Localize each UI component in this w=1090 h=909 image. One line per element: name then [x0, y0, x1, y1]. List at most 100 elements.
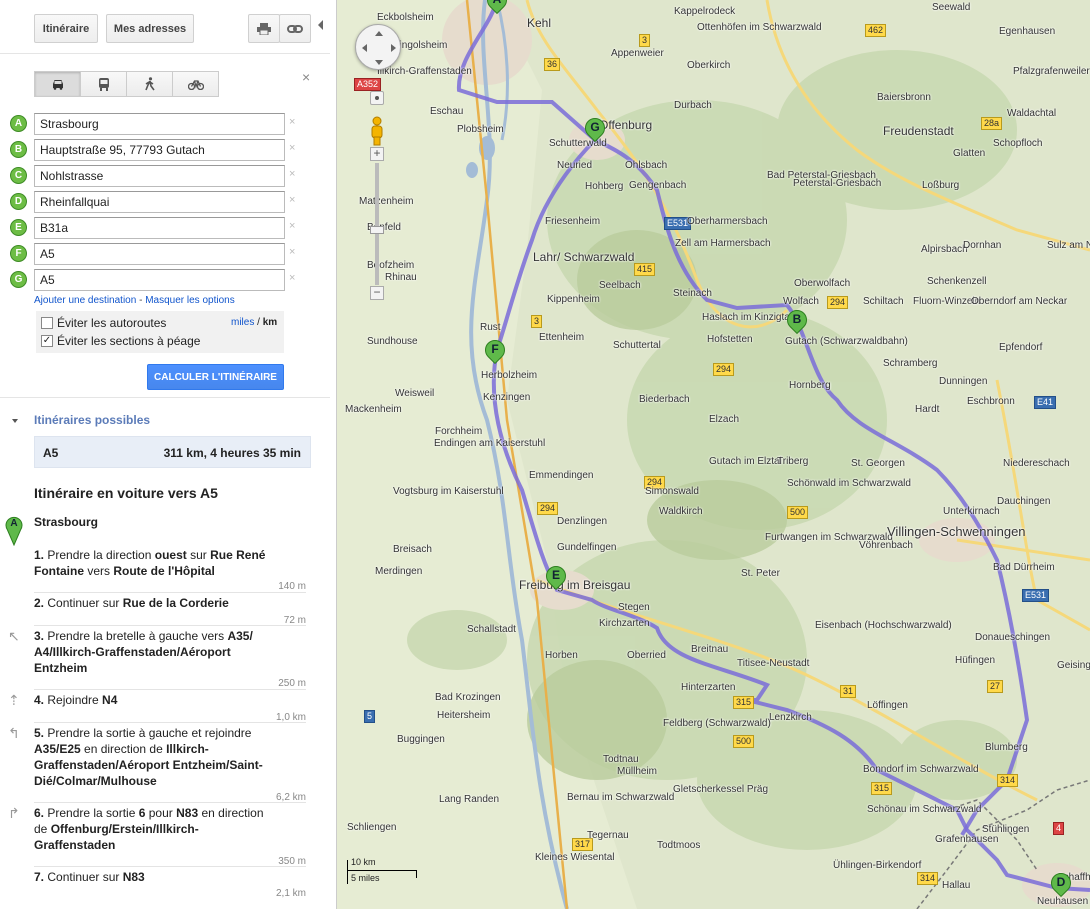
print-button[interactable]	[248, 14, 280, 43]
remove-waypoint-icon[interactable]: ×	[289, 168, 295, 180]
direction-step[interactable]: 6. Prendre la sortie 6 pour N83 en direc…	[34, 805, 274, 853]
remove-waypoint-icon[interactable]: ×	[289, 116, 295, 128]
link-separator: -	[139, 295, 143, 306]
remove-waypoint-icon[interactable]: ×	[289, 142, 295, 154]
road-shield: 28a	[981, 117, 1003, 130]
route-marker-f[interactable]: F	[480, 335, 510, 370]
units-separator: /	[257, 317, 260, 328]
pan-control[interactable]	[355, 24, 401, 70]
mode-walk[interactable]	[126, 71, 173, 97]
link-button[interactable]	[279, 14, 311, 43]
direction-step[interactable]: 2. Continuer sur Rue de la Corderie	[34, 595, 274, 611]
map-scale: 10 km 5 miles	[347, 857, 427, 884]
zoom-slider-track[interactable]	[375, 163, 379, 285]
avoid-tolls-option[interactable]: ✓ Éviter les sections à péage	[41, 332, 286, 350]
collapse-panel-icon[interactable]	[318, 20, 323, 30]
place-label: Schopfloch	[993, 138, 1043, 149]
step-divider	[34, 802, 306, 803]
place-label: Hofstetten	[707, 334, 753, 345]
zoom-in-button[interactable]: +	[370, 147, 384, 161]
exit-left-icon: ↰	[8, 725, 20, 741]
waypoint-input[interactable]	[34, 269, 285, 291]
place-label: St. Peter	[741, 568, 780, 579]
remove-waypoint-icon[interactable]: ×	[289, 220, 295, 232]
pegman-icon[interactable]	[368, 116, 386, 146]
place-label: Villingen-Schwenningen	[887, 524, 1026, 539]
route-marker-b[interactable]: B	[782, 305, 812, 340]
zoom-out-button[interactable]: −	[370, 286, 384, 300]
place-label: Pfalzgrafenweiler	[1013, 66, 1090, 77]
exit-right-icon: ↱	[8, 805, 20, 821]
place-label: Stühlingen	[982, 824, 1030, 835]
place-label: Eisenbach (Hochschwarzwald)	[815, 620, 952, 631]
place-label: Gutach im Elztal	[709, 456, 782, 467]
route-marker-d[interactable]: D	[1046, 868, 1076, 903]
waypoint-row: F×	[8, 243, 303, 265]
route-summary: 311 km, 4 heures 35 min	[163, 446, 301, 460]
mode-transit[interactable]	[80, 71, 127, 97]
place-label: Bonndorf im Schwarzwald	[863, 764, 979, 775]
tab-my-addresses[interactable]: Mes adresses	[106, 14, 194, 43]
hide-options-link[interactable]: Masquer les options	[145, 295, 235, 306]
zoom-slider-handle[interactable]	[370, 226, 384, 234]
place-label: Schönau im Schwarzwald	[867, 804, 982, 815]
place-label: Titisee-Neustadt	[737, 658, 810, 669]
place-label: Freiburg im Breisgau	[519, 578, 631, 592]
travel-mode-bar	[34, 71, 219, 97]
route-marker-g[interactable]: G	[580, 113, 610, 148]
calculate-route-button[interactable]: CALCULER L'ITINÉRAIRE	[147, 364, 284, 390]
waypoint-input[interactable]	[34, 191, 285, 213]
remove-waypoint-icon[interactable]: ×	[289, 272, 295, 284]
remove-waypoint-icon[interactable]: ×	[289, 194, 295, 206]
direction-step[interactable]: 1. Prendre la direction ouest sur Rue Re…	[34, 547, 274, 579]
waypoint-input[interactable]	[34, 113, 285, 135]
avoid-tolls-checkbox[interactable]: ✓	[41, 335, 53, 347]
place-label: Ühlingen-Birkendorf	[833, 860, 922, 871]
road-shield: 314	[997, 774, 1019, 787]
place-label: Merdingen	[375, 566, 423, 577]
place-label: Gengenbach	[629, 180, 687, 191]
map[interactable]: A352 36 3 462 28a 294 415 3 294 294 500 …	[337, 0, 1090, 909]
place-label: Emmendingen	[529, 470, 594, 481]
route-marker-e[interactable]: E	[541, 561, 571, 596]
place-label: Müllheim	[617, 766, 658, 777]
direction-step[interactable]: 7. Continuer sur N83	[34, 869, 274, 885]
waypoint-input[interactable]	[34, 243, 285, 265]
waypoint-marker: G	[10, 271, 27, 288]
place-label: Peterstal-Griesbach	[793, 178, 882, 189]
add-destination-link[interactable]: Ajouter une destination	[34, 295, 136, 306]
direction-step[interactable]: 5. Prendre la sortie à gauche et rejoind…	[34, 725, 274, 789]
place-label: Lingolsheim	[394, 40, 448, 51]
place-label: Oberndorf am Neckar	[971, 296, 1068, 307]
waypoint-input[interactable]	[34, 217, 285, 239]
route-option[interactable]: A5 311 km, 4 heures 35 min	[34, 436, 311, 468]
road-shield: 4	[1053, 822, 1065, 835]
waypoint-marker: F	[10, 245, 27, 262]
tab-itinerary[interactable]: Itinéraire	[34, 14, 98, 43]
place-label: Tegernau	[587, 830, 629, 841]
direction-step[interactable]: 3. Prendre la bretelle à gauche vers A35…	[34, 628, 274, 676]
route-name: A5	[43, 446, 59, 460]
mode-car[interactable]	[34, 71, 81, 97]
place-label: Schallstadt	[467, 624, 516, 635]
chevron-down-icon[interactable]	[12, 419, 18, 423]
avoid-highways-checkbox[interactable]	[41, 317, 53, 329]
waypoint-input[interactable]	[34, 139, 285, 161]
remove-waypoint-icon[interactable]: ×	[289, 246, 295, 258]
close-icon[interactable]: ×	[302, 69, 310, 85]
road-shield: 36	[544, 58, 561, 71]
mode-bike[interactable]	[172, 71, 219, 97]
reset-view-button[interactable]	[370, 91, 384, 105]
waypoint-input[interactable]	[34, 165, 285, 187]
units-miles-link[interactable]: miles	[231, 317, 254, 328]
waypoint-row: C×	[8, 165, 303, 187]
place-label: Oberharmersbach	[687, 216, 768, 227]
place-label: Niedereschach	[1003, 458, 1070, 469]
waypoint-marker: E	[10, 219, 27, 236]
waypoint-marker: A	[10, 115, 27, 132]
road-shield: E41	[1034, 396, 1057, 409]
route-marker-a[interactable]: A	[482, 0, 512, 20]
directions-title: Itinéraire en voiture vers A5	[34, 485, 218, 501]
place-label: Glatten	[953, 148, 986, 159]
direction-step[interactable]: 4. Rejoindre N4	[34, 692, 274, 708]
